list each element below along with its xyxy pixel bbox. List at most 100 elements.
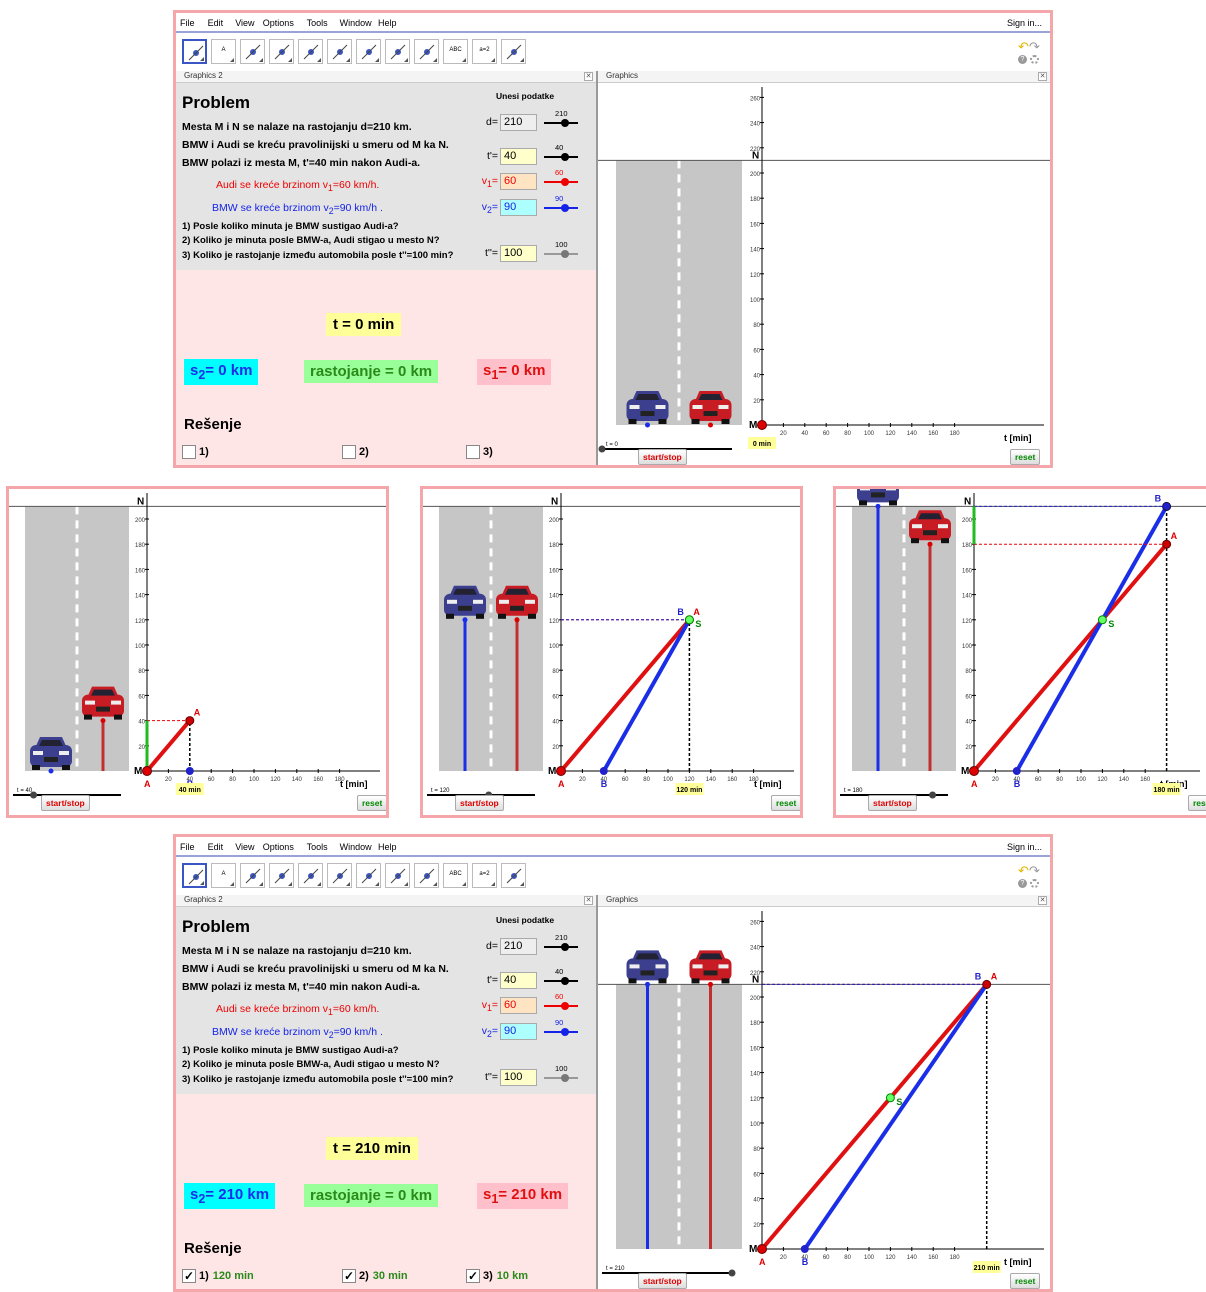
menu-file[interactable]: File — [180, 18, 195, 28]
perpendicular-tool-button[interactable] — [269, 39, 294, 64]
menu-tools[interactable]: Tools — [307, 842, 328, 852]
answer-checkbox-1[interactable]: 1) — [182, 445, 213, 459]
sign-in-link[interactable]: Sign in... — [1007, 842, 1042, 852]
menu-edit[interactable]: Edit — [208, 18, 224, 28]
time-slider-handle[interactable] — [929, 791, 937, 799]
point-tool-button[interactable]: A — [211, 39, 236, 64]
close-icon[interactable]: ✕ — [1038, 72, 1047, 81]
panel-header-graphics2[interactable]: Graphics 2 ✕ — [176, 895, 596, 907]
panel-header-graphics[interactable]: Graphics ✕ — [598, 71, 1050, 83]
menu-window[interactable]: Window — [340, 18, 372, 28]
answer-checkbox-2[interactable]: ✓ 2) 30 min — [342, 1269, 408, 1283]
graphics-view[interactable]: 2040608010012014016018020022024026020 40 6… — [598, 83, 1050, 468]
conic-tool-button[interactable] — [356, 863, 381, 888]
reflect-tool-button[interactable] — [414, 39, 439, 64]
input-field-v2[interactable]: 90 — [500, 1023, 537, 1040]
reset-button[interactable]: reset — [1010, 1273, 1041, 1289]
move-arrow-tool-button[interactable] — [182, 863, 207, 888]
point-A[interactable] — [142, 766, 152, 776]
close-icon[interactable]: ✕ — [584, 896, 593, 905]
graphics-view[interactable]: 2040608010012014016018020020 40 60 80 100 120… — [423, 489, 800, 815]
meeting-point-S[interactable] — [684, 615, 694, 625]
sign-in-link[interactable]: Sign in... — [1007, 18, 1042, 28]
slider-tool-button[interactable]: a=2 — [472, 863, 497, 888]
close-icon[interactable]: ✕ — [1038, 896, 1047, 905]
start-stop-button[interactable]: start/stop — [41, 795, 90, 811]
text-tool-button[interactable]: ABC — [443, 39, 468, 64]
line-tool-button[interactable] — [240, 39, 265, 64]
menu-view[interactable]: View — [235, 18, 254, 28]
slider-v2[interactable]: 90 — [544, 1018, 578, 1037]
answer-checkbox-1[interactable]: ✓ 1) 120 min — [182, 1269, 254, 1283]
point-B[interactable] — [800, 1245, 809, 1253]
menu-tools[interactable]: Tools — [307, 18, 328, 28]
panel-header-graphics[interactable]: Graphics ✕ — [598, 895, 1050, 907]
menu-help[interactable]: Help — [378, 842, 397, 852]
point-B[interactable] — [599, 767, 608, 775]
menu-options[interactable]: Options — [263, 18, 294, 28]
graphics-view[interactable]: 2040608010012014016018020020 40 60 80 100 120… — [9, 489, 386, 815]
reset-button[interactable]: reset — [357, 795, 386, 811]
panel-header-graphics2[interactable]: Graphics 2 ✕ — [176, 71, 596, 83]
menu-window[interactable]: Window — [340, 842, 372, 852]
conic-tool-button[interactable] — [356, 39, 381, 64]
angle-tool-button[interactable] — [385, 39, 410, 64]
point-A[interactable] — [556, 766, 566, 776]
start-stop-button[interactable]: start/stop — [638, 449, 687, 465]
point-A1[interactable] — [1162, 539, 1172, 549]
slider-tp[interactable]: 40 — [544, 967, 578, 986]
angle-tool-button[interactable] — [385, 863, 410, 888]
circle-tool-button[interactable] — [327, 863, 352, 888]
input-field-v2[interactable]: 90 — [500, 199, 537, 216]
start-stop-button[interactable]: start/stop — [868, 795, 917, 811]
input-field-tp[interactable]: 40 — [500, 148, 537, 165]
slider-d[interactable]: 210 — [544, 933, 578, 952]
meeting-point-S[interactable] — [885, 1093, 895, 1103]
slider-d[interactable]: 210 — [544, 109, 578, 128]
text-tool-button[interactable]: ABC — [443, 863, 468, 888]
point-B[interactable] — [1012, 767, 1021, 775]
point-B1[interactable] — [1162, 501, 1172, 511]
slider-v2[interactable]: 90 — [544, 194, 578, 213]
input-field-tpp[interactable]: 100 — [500, 1069, 537, 1086]
menu-edit[interactable]: Edit — [208, 842, 224, 852]
reflect-tool-button[interactable] — [414, 863, 439, 888]
point-A1[interactable] — [982, 979, 992, 989]
menu-help[interactable]: Help — [378, 18, 397, 28]
input-field-d[interactable]: 210 — [500, 938, 537, 955]
slider-tp[interactable]: 40 — [544, 143, 578, 162]
point-A[interactable] — [969, 766, 979, 776]
undo-redo[interactable]: ↶ ↷? — [1018, 863, 1040, 893]
reset-button[interactable]: reset — [1010, 449, 1041, 465]
close-icon[interactable]: ✕ — [584, 72, 593, 81]
menu-options[interactable]: Options — [263, 842, 294, 852]
time-slider-handle[interactable] — [598, 445, 606, 453]
reset-button[interactable]: reset — [771, 795, 800, 811]
menu-view[interactable]: View — [235, 842, 254, 852]
input-field-v1[interactable]: 60 — [500, 173, 537, 190]
start-stop-button[interactable]: start/stop — [455, 795, 504, 811]
move-arrow-tool-button[interactable] — [182, 39, 207, 64]
move-view-tool-button[interactable] — [501, 863, 526, 888]
slider-tpp[interactable]: 100 — [544, 1064, 578, 1083]
time-slider-handle[interactable] — [30, 791, 38, 799]
start-stop-button[interactable]: start/stop — [638, 1273, 687, 1289]
point-B[interactable] — [185, 767, 194, 775]
answer-checkbox-3[interactable]: 3) — [466, 445, 497, 459]
slider-tpp[interactable]: 100 — [544, 240, 578, 259]
perpendicular-tool-button[interactable] — [269, 863, 294, 888]
graphics-view[interactable]: 2040608010012014016018020022024026020 40 6… — [598, 907, 1050, 1292]
point-A[interactable] — [757, 420, 767, 430]
input-field-d[interactable]: 210 — [500, 114, 537, 131]
polygon-tool-button[interactable] — [298, 863, 323, 888]
move-view-tool-button[interactable] — [501, 39, 526, 64]
polygon-tool-button[interactable] — [298, 39, 323, 64]
answer-checkbox-2[interactable]: 2) — [342, 445, 373, 459]
undo-redo[interactable]: ↶ ↷? — [1018, 39, 1040, 69]
point-A1[interactable] — [185, 716, 195, 726]
input-field-v1[interactable]: 60 — [500, 997, 537, 1014]
input-field-tp[interactable]: 40 — [500, 972, 537, 989]
input-field-tpp[interactable]: 100 — [500, 245, 537, 262]
reset-button[interactable]: reset — [1188, 795, 1206, 811]
graphics-view[interactable]: 2040608010012014016018020020 40 60 80 100 120… — [836, 489, 1206, 815]
